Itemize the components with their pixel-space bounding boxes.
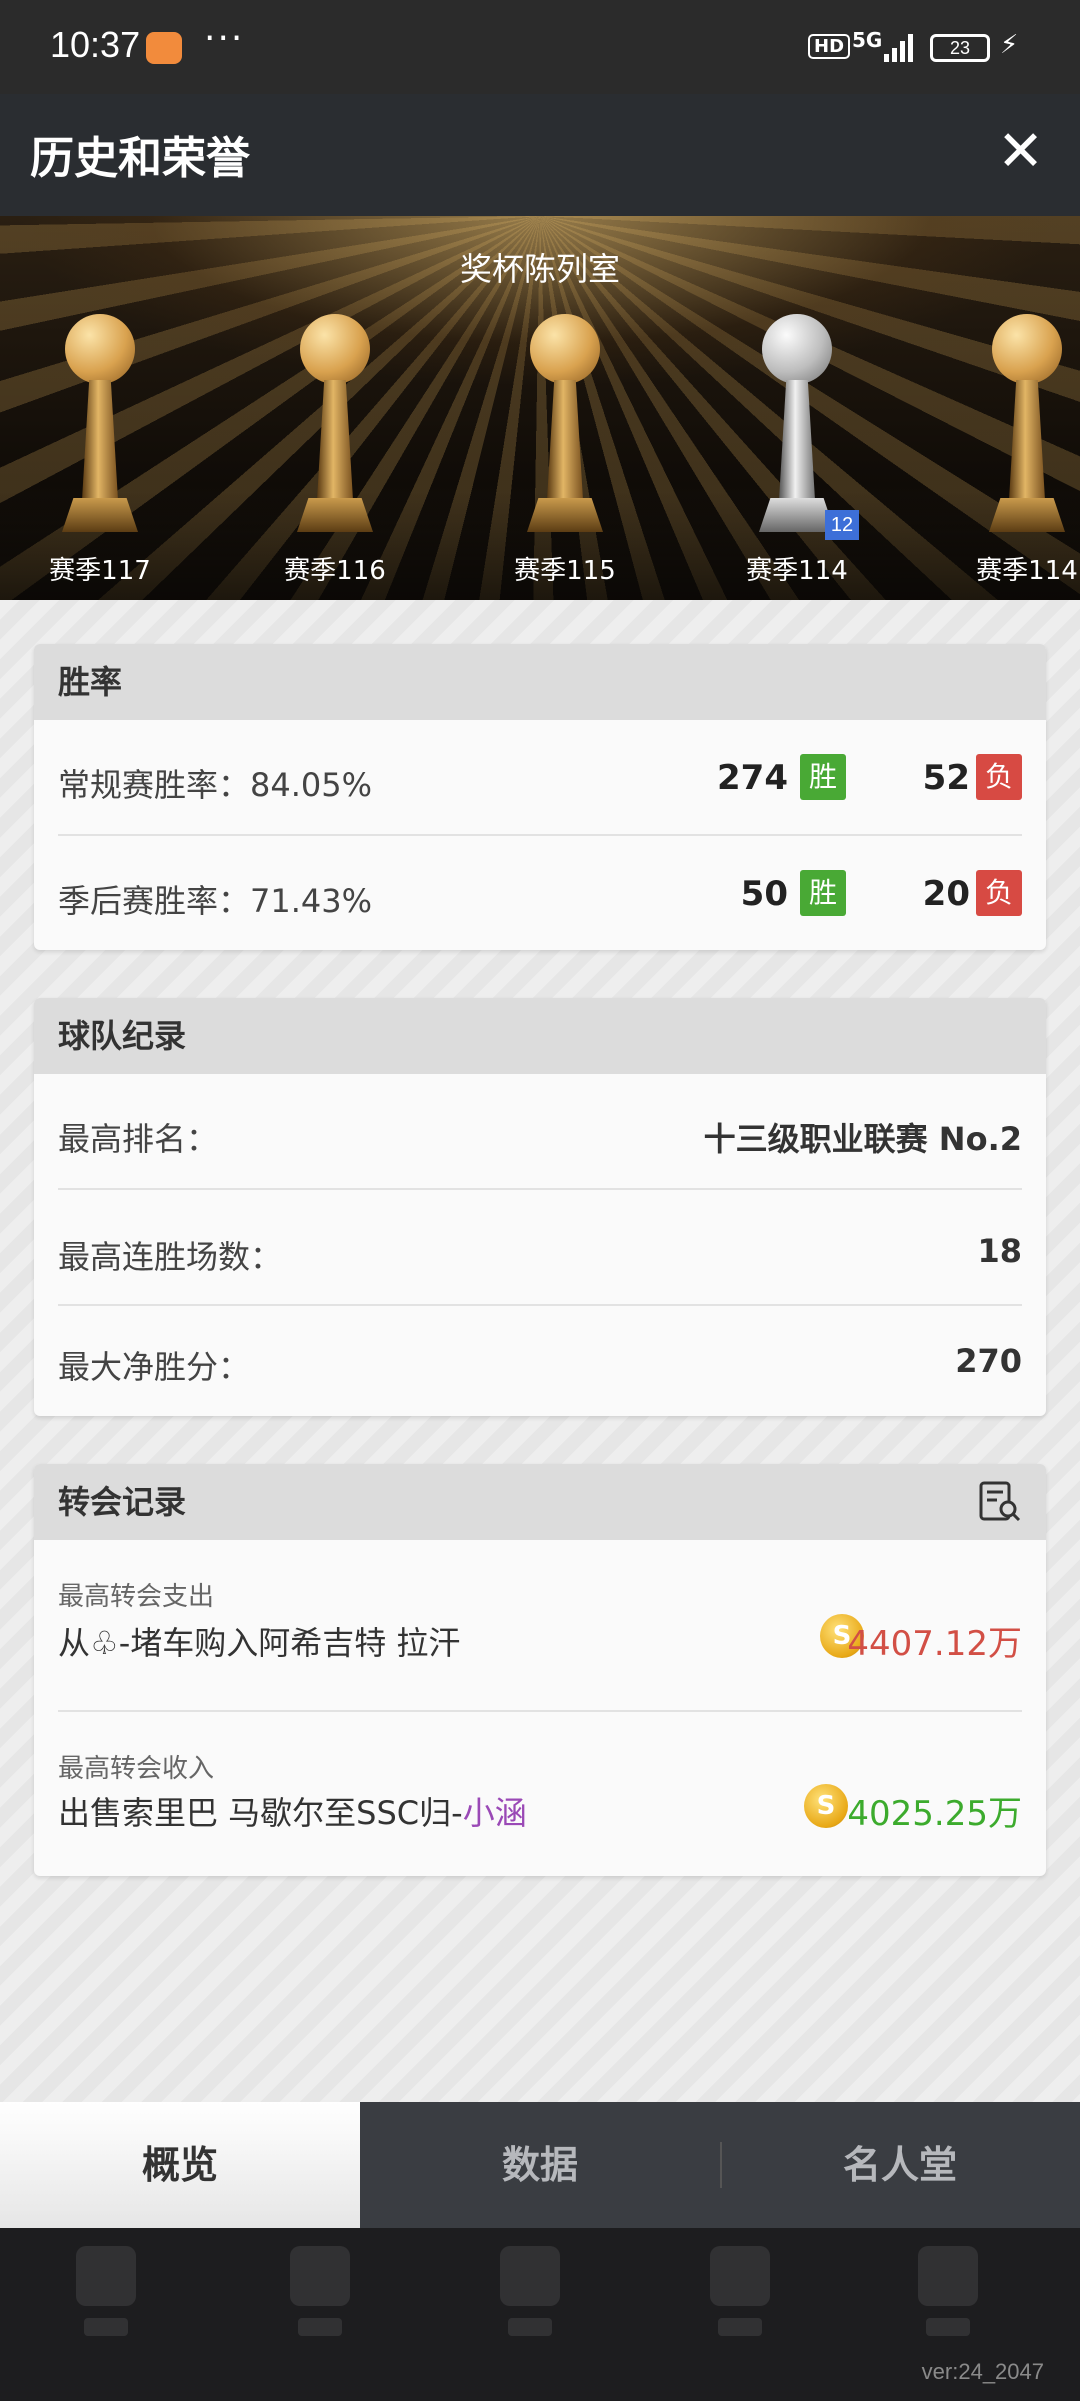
card-title: 胜率 <box>34 644 1046 720</box>
trophy-season-116[interactable]: 赛季116 <box>255 314 415 594</box>
trophy-label: 赛季114 <box>746 556 848 586</box>
record-value: 270 <box>955 1342 1022 1380</box>
page-title: 历史和荣誉 <box>30 133 250 184</box>
win-rate-card: 胜率 常规赛胜率：84.05% 274 胜 52 负 季后赛胜率：71.43% … <box>34 644 1046 950</box>
trophy-season-114[interactable]: 赛季114 <box>947 314 1080 594</box>
record-row-highest-rank: 最高排名： 十三级职业联赛 No.2 <box>58 1074 1022 1190</box>
transfer-detail: 从♧-堵车购入阿希吉特 拉汗 <box>58 1618 460 1664</box>
transfer-caption: 最高转会收入 <box>58 1754 215 1784</box>
win-tag: 胜 <box>800 754 846 800</box>
dock-item <box>66 2246 146 2356</box>
charging-icon: ⚡ <box>1000 30 1019 60</box>
record-label: 最高排名： <box>58 1120 219 1158</box>
trophy-stem <box>547 380 583 500</box>
dock-item <box>490 2246 570 2356</box>
status-time: 10:37 <box>50 24 141 65</box>
trophy-ball-icon <box>530 314 600 384</box>
title-bar: 历史和荣誉 ✕ <box>0 94 1080 216</box>
transfer-amount: 4025.25万 <box>847 1794 1022 1834</box>
transfer-detail-text: 出售索里巴 马歇尔至SSC归- <box>58 1794 463 1832</box>
trophy-base <box>297 498 373 532</box>
tab-overview[interactable]: 概览 <box>0 2102 360 2228</box>
trophy-base <box>759 498 835 532</box>
trophy-ball-icon <box>300 314 370 384</box>
trophy-season-114-silver[interactable]: 12 赛季114 <box>717 314 877 594</box>
trophy-base <box>989 498 1065 532</box>
transfer-row-income[interactable]: 最高转会收入 出售索里巴 马歇尔至SSC归-小涵 S 4025.25万 <box>58 1712 1022 1876</box>
transfer-detail-text: 从♧-堵车购入阿希吉特 拉汗 <box>58 1624 461 1662</box>
trophy-ball-icon <box>65 314 135 384</box>
trophy-room-banner: 奖杯陈列室 赛季117 赛季116 赛季115 12 赛季114 赛季114 <box>0 216 1080 600</box>
hd-voice-icon: HD <box>808 34 851 59</box>
transfer-amount: 4407.12万 <box>847 1624 1022 1664</box>
wins-count: 274 <box>717 758 788 798</box>
playoff-rate: 季后赛胜率：71.43% <box>58 882 373 920</box>
version-label: ver:24_2047 <box>921 2359 1044 2384</box>
wins-count: 50 <box>740 874 788 914</box>
trophy-season-117[interactable]: 赛季117 <box>20 314 180 594</box>
record-row-point-diff: 最大净胜分： 270 <box>58 1306 1022 1416</box>
transfer-record-card: 转会记录 最高转会支出 从♧-堵车购入阿希吉特 拉汗 S 4407.12万 最高… <box>34 1464 1046 1876</box>
trophy-season-115[interactable]: 赛季115 <box>485 314 645 594</box>
trophy-ball-icon <box>992 314 1062 384</box>
overview-content: 胜率 常规赛胜率：84.05% 274 胜 52 负 季后赛胜率：71.43% … <box>0 600 1080 2102</box>
trophy-label: 赛季114 <box>976 556 1078 586</box>
dock-item <box>908 2246 988 2356</box>
trophy-label: 赛季117 <box>49 556 151 586</box>
regular-season-row: 常规赛胜率：84.05% 274 胜 52 负 <box>58 720 1022 836</box>
playoff-row: 季后赛胜率：71.43% 50 胜 20 负 <box>58 836 1022 950</box>
regular-season-rate: 常规赛胜率：84.05% <box>58 766 373 804</box>
trophy-label: 赛季116 <box>284 556 386 586</box>
battery-icon: 23 <box>930 34 990 62</box>
trophy-stem <box>1009 380 1045 500</box>
network-type-label: 5G <box>852 28 883 52</box>
card-title: 球队纪录 <box>34 998 1046 1074</box>
trophy-label: 赛季115 <box>514 556 616 586</box>
trophy-stem <box>317 380 353 500</box>
trophy-ball-icon <box>762 314 832 384</box>
search-list-icon[interactable] <box>978 1480 1022 1524</box>
trophy-count-badge: 12 <box>825 510 859 540</box>
coin-icon: S <box>804 1784 848 1828</box>
transfer-row-expense[interactable]: 最高转会支出 从♧-堵车购入阿希吉特 拉汗 S 4407.12万 <box>58 1540 1022 1712</box>
transfer-detail: 出售索里巴 马歇尔至SSC归-小涵 <box>58 1788 527 1834</box>
record-row-win-streak: 最高连胜场数： 18 <box>58 1190 1022 1306</box>
record-value: 18 <box>977 1232 1022 1270</box>
card-title: 转会记录 <box>58 1483 187 1521</box>
dock-item <box>280 2246 360 2356</box>
dock-item <box>700 2246 780 2356</box>
trophy-room-title: 奖杯陈列室 <box>459 250 620 288</box>
tab-hall-of-fame[interactable]: 名人堂 <box>720 2102 1080 2228</box>
bottom-tab-bar: 概览 数据 名人堂 <box>0 2102 1080 2228</box>
game-dock: ver:24_2047 <box>0 2228 1080 2401</box>
trophy-stem <box>779 380 815 500</box>
card-title-bar: 转会记录 <box>34 1464 1046 1540</box>
record-label: 最高连胜场数： <box>58 1238 283 1276</box>
tab-data[interactable]: 数据 <box>360 2102 720 2228</box>
record-value: 十三级职业联赛 No.2 <box>703 1120 1022 1158</box>
losses-count: 52 <box>922 758 970 798</box>
more-notifications-icon: ··· <box>204 18 245 59</box>
signal-strength-icon <box>884 32 916 62</box>
player-name-link[interactable]: 小涵 <box>463 1794 527 1832</box>
loss-tag: 负 <box>976 754 1022 800</box>
losses-count: 20 <box>922 874 970 914</box>
win-tag: 胜 <box>800 870 846 916</box>
loss-tag: 负 <box>976 870 1022 916</box>
status-bar: 10:37 ··· HD 5G 23 ⚡ <box>0 0 1080 94</box>
team-record-card: 球队纪录 最高排名： 十三级职业联赛 No.2 最高连胜场数： 18 最大净胜分… <box>34 998 1046 1416</box>
record-label: 最大净胜分： <box>58 1348 251 1386</box>
transfer-caption: 最高转会支出 <box>58 1582 215 1612</box>
app-notification-icon <box>146 32 182 64</box>
trophy-stem <box>82 380 118 500</box>
close-button[interactable]: ✕ <box>997 122 1044 182</box>
trophy-base <box>527 498 603 532</box>
trophy-base <box>62 498 138 532</box>
